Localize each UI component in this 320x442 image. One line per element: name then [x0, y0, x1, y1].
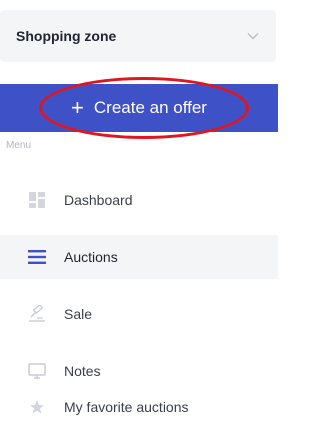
hamburger-list-icon: [28, 248, 46, 266]
sidebar-panel: Shopping zone + Create an offer Menu Das…: [0, 0, 278, 442]
sidebar-item-label: Notes: [64, 363, 101, 379]
shopping-zone-dropdown[interactable]: Shopping zone: [0, 10, 276, 62]
menu-section-caption: Menu: [6, 140, 32, 151]
monitor-icon: [28, 362, 46, 380]
create-offer-label: Create an offer: [93, 98, 207, 117]
gavel-icon: [28, 305, 46, 323]
sidebar-item-label: Dashboard: [64, 192, 133, 208]
star-icon: [28, 398, 46, 416]
sidebar-item-dashboard[interactable]: Dashboard: [0, 178, 278, 222]
plus-icon: +: [71, 95, 84, 120]
sidebar-item-favorite-auctions[interactable]: My favorite auctions: [0, 385, 278, 429]
sidebar-item-label: Sale: [64, 306, 93, 322]
sidebar-item-auctions[interactable]: Auctions: [0, 235, 278, 279]
sidebar-item-label: Auctions: [64, 249, 118, 265]
dashboard-icon: [28, 191, 46, 209]
shopping-zone-label: Shopping zone: [16, 28, 117, 44]
create-offer-button[interactable]: + Create an offer: [0, 84, 278, 132]
chevron-down-icon: [246, 29, 260, 43]
sidebar-item-label: My favorite auctions: [64, 399, 189, 415]
sidebar-item-sale[interactable]: Sale: [0, 292, 278, 336]
